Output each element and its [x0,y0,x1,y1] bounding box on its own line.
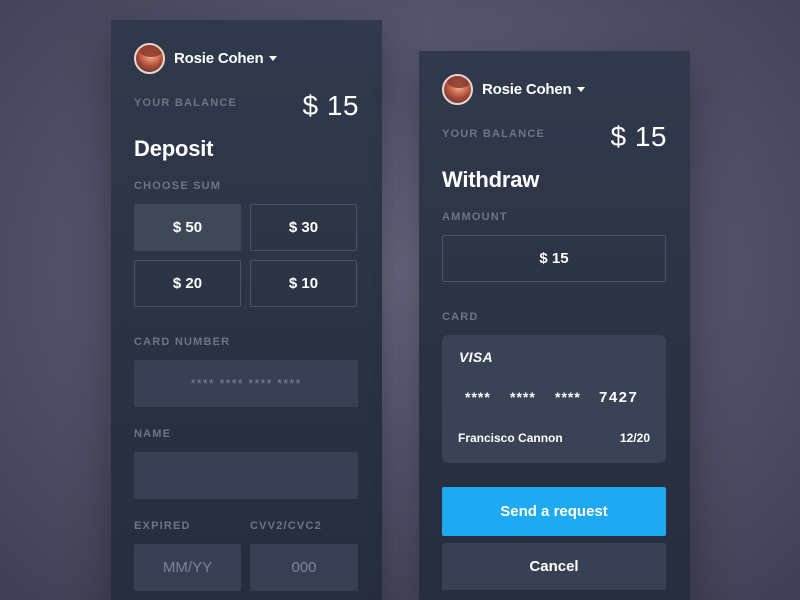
amount-field[interactable]: $ 15 [442,235,666,282]
card-number-last: 7427 [599,389,639,406]
card-number-group: **** [510,389,536,405]
chevron-down-icon [577,87,586,92]
amount-label: AMMOUNT [442,211,508,223]
card-number-field[interactable]: **** **** **** **** [134,360,358,407]
card-expiry: 12/20 [619,431,650,445]
balance-label: YOUR BALANCE [442,128,546,140]
sum-option-50[interactable]: $ 50 [134,204,241,251]
user-name: Rosie Cohen [482,81,572,98]
payment-card[interactable]: VISA **** **** **** 7427 Francisco Canno… [442,335,666,463]
card-number-group: **** [465,389,491,405]
avatar [442,74,473,105]
send-request-button[interactable]: Send a request [442,487,666,536]
user-name: Rosie Cohen [174,50,264,67]
cvv-field[interactable]: 000 [250,544,358,591]
balance-amount: $ 15 [610,121,667,152]
visa-logo-icon: VISA [459,349,493,365]
card-number-group: **** [555,389,581,405]
balance-amount: $ 15 [302,90,359,121]
card-holder-name: Francisco Cannon [458,431,563,445]
card-number-label: CARD NUMBER [134,336,231,348]
card-label: CARD [442,311,479,323]
sum-option-10[interactable]: $ 10 [250,260,357,307]
cancel-button[interactable]: Cancel [442,543,666,590]
sum-option-20[interactable]: $ 20 [134,260,241,307]
page-title: Withdraw [442,167,540,192]
user-menu[interactable]: Rosie Cohen [442,74,586,105]
withdraw-panel: Rosie Cohen YOUR BALANCE $ 15 Withdraw A… [419,51,690,600]
page-title: Deposit [134,136,214,161]
chevron-down-icon [269,56,278,61]
expired-label: EXPIRED [134,520,191,532]
deposit-panel: Rosie Cohen YOUR BALANCE $ 15 Deposit CH… [111,20,382,600]
choose-sum-label: CHOOSE SUM [134,180,222,192]
name-label: NAME [134,428,172,440]
cvv-label: CVV2/CVC2 [250,520,322,532]
balance-label: YOUR BALANCE [134,97,238,109]
sum-option-30[interactable]: $ 30 [250,204,357,251]
name-field[interactable] [134,452,358,499]
expiry-field[interactable]: MM/YY [134,544,241,591]
user-menu[interactable]: Rosie Cohen [134,43,278,74]
avatar [134,43,165,74]
